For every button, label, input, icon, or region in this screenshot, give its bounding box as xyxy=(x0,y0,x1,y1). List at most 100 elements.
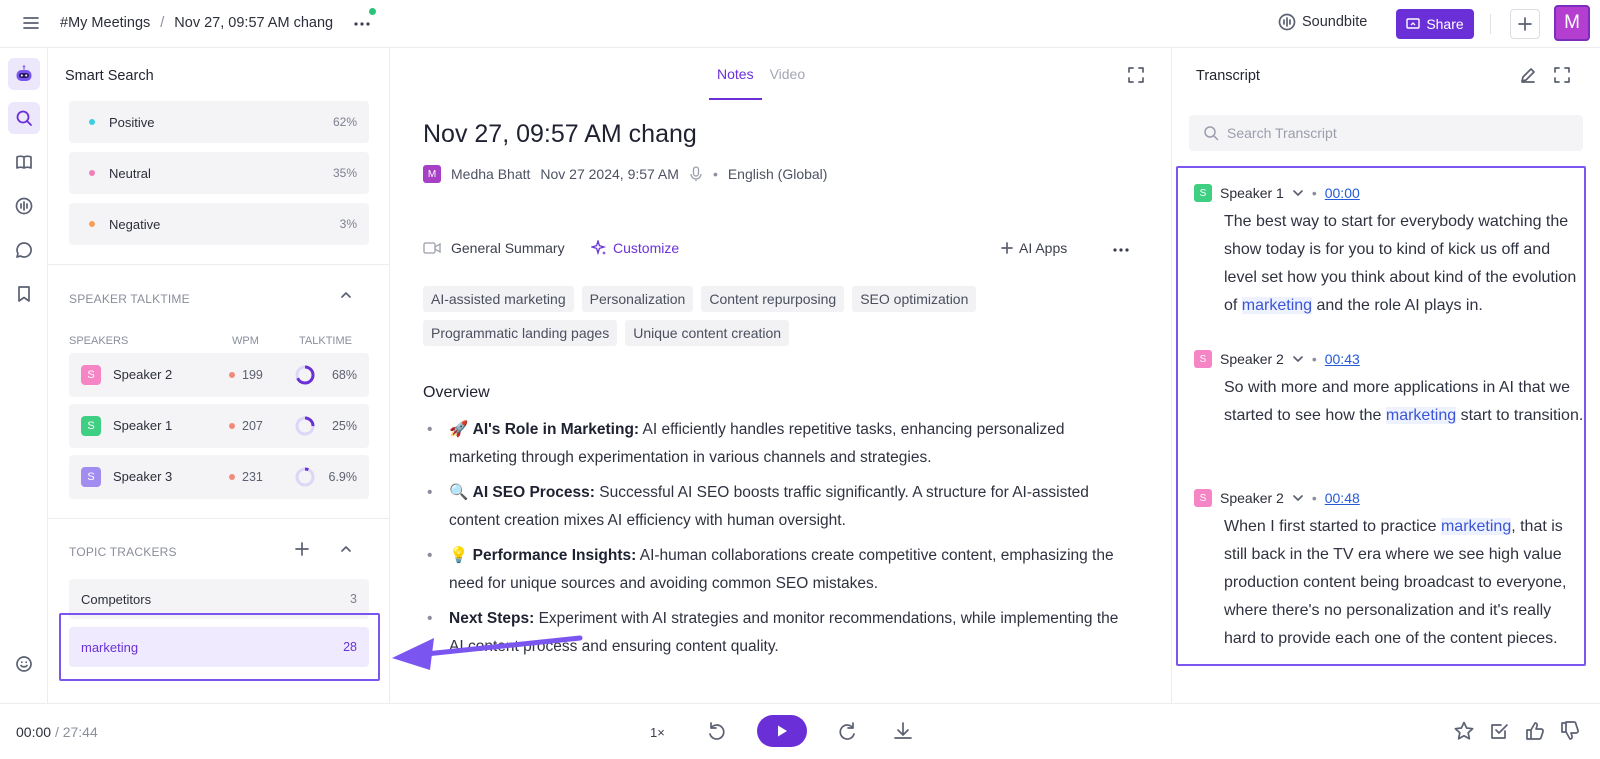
utterance-text: So with more and more applications in AI… xyxy=(1224,374,1584,430)
keyword-chip[interactable]: Programmatic landing pages xyxy=(423,320,618,346)
download-icon[interactable] xyxy=(892,720,914,742)
meeting-title: Nov 27, 09:57 AM chang xyxy=(423,120,697,148)
thumbs-up-icon[interactable] xyxy=(1524,720,1546,742)
tab-video[interactable]: Video xyxy=(762,48,814,100)
keyword-chip[interactable]: AI-assisted marketing xyxy=(423,286,574,312)
chat-icon[interactable] xyxy=(8,234,40,266)
meeting-meta: M Medha Bhatt Nov 27 2024, 9:57 AM • Eng… xyxy=(423,165,827,183)
speaker-name: Speaker 3 xyxy=(113,469,173,484)
sentiment-label: Neutral xyxy=(109,166,151,181)
summary-more-icon[interactable] xyxy=(1111,242,1131,258)
soundbite-button[interactable]: Soundbite xyxy=(1278,13,1367,31)
timestamp-link[interactable]: 00:48 xyxy=(1325,490,1360,506)
expand-icon[interactable] xyxy=(1553,66,1571,84)
overview-heading: Overview xyxy=(423,384,490,401)
speaker-row[interactable]: S Speaker 3 231 6.9% xyxy=(69,455,369,499)
sentiment-positive[interactable]: Positive 62% xyxy=(69,101,369,143)
smiley-icon[interactable] xyxy=(8,648,40,680)
add-tracker-icon[interactable] xyxy=(295,542,309,556)
timestamp-link[interactable]: 00:43 xyxy=(1325,351,1360,367)
chevron-down-icon[interactable] xyxy=(1292,353,1304,365)
tab-notes[interactable]: Notes xyxy=(709,48,762,100)
playback-speed-button[interactable]: 1× xyxy=(650,725,665,740)
transcript-title: Transcript xyxy=(1196,68,1260,84)
speaker-row[interactable]: S Speaker 1 207 25% xyxy=(69,404,369,448)
speaker-name[interactable]: Speaker 2 xyxy=(1220,490,1284,506)
user-avatar[interactable]: M xyxy=(1554,5,1590,41)
keyword-highlight[interactable]: marketing xyxy=(1241,297,1313,314)
tab-bar: Notes Video xyxy=(709,48,813,100)
wpm-dot xyxy=(229,474,235,480)
keyword-chip[interactable]: Content repurposing xyxy=(701,286,845,312)
edit-icon[interactable] xyxy=(1519,66,1537,84)
emoji: 💡 xyxy=(449,547,469,564)
speaker-talktime: 6.9% xyxy=(328,470,358,484)
annotation-arrow xyxy=(392,635,583,670)
add-button[interactable] xyxy=(1510,9,1540,39)
playback-time: 00:00 / 27:44 xyxy=(16,724,98,740)
share-icon xyxy=(1406,18,1421,29)
menu-icon[interactable] xyxy=(22,14,40,32)
sentiment-negative[interactable]: Negative 3% xyxy=(69,203,369,245)
collapse-trackers-icon[interactable] xyxy=(340,543,352,555)
utterance: S Speaker 1 • 00:00 The best way to star… xyxy=(1194,184,1584,320)
plus-icon xyxy=(1518,17,1532,31)
keyword-highlight[interactable]: marketing xyxy=(1440,518,1512,535)
forward-icon[interactable] xyxy=(836,720,858,742)
talktime-header: SPEAKER TALKTIME xyxy=(69,292,190,306)
task-check-icon[interactable] xyxy=(1488,720,1510,742)
speaker-talktime: 68% xyxy=(331,368,357,382)
owner-name: Medha Bhatt xyxy=(451,166,531,182)
collapse-talktime-icon[interactable] xyxy=(340,289,352,301)
tracker-count: 3 xyxy=(350,592,357,606)
video-icon xyxy=(423,242,441,254)
speaker-avatar: S xyxy=(1194,184,1212,202)
time-separator: / xyxy=(54,724,59,740)
overview-item: 🚀 AI's Role in Marketing: AI efficiently… xyxy=(423,416,1133,472)
keyword-highlight[interactable]: marketing xyxy=(1385,407,1457,424)
expand-icon[interactable] xyxy=(1127,66,1145,84)
breadcrumb-folder[interactable]: #My Meetings xyxy=(60,15,150,31)
search-icon[interactable] xyxy=(8,102,40,134)
keyword-chips: AI-assisted marketing Personalization Co… xyxy=(423,286,1023,346)
customize-button[interactable]: Customize xyxy=(591,240,679,256)
speaker-row[interactable]: S Speaker 2 199 68% xyxy=(69,353,369,397)
summary-template-button[interactable]: General Summary xyxy=(423,240,565,256)
meeting-language[interactable]: English (Global) xyxy=(728,166,828,182)
speaker-wpm: 199 xyxy=(242,368,263,382)
bookmark-icon[interactable] xyxy=(8,278,40,310)
play-button[interactable] xyxy=(757,715,807,747)
thumbs-down-icon[interactable] xyxy=(1559,720,1581,742)
transcript-search-input[interactable]: Search Transcript xyxy=(1189,115,1583,151)
breadcrumb-separator: / xyxy=(160,15,165,31)
sparkle-icon xyxy=(591,240,607,256)
keyword-chip[interactable]: Unique content creation xyxy=(625,320,790,346)
rewind-icon[interactable] xyxy=(706,720,728,742)
text-segment: When I first started to practice xyxy=(1224,518,1441,535)
keyword-chip[interactable]: Personalization xyxy=(581,286,694,312)
breadcrumb-meeting[interactable]: Nov 27, 09:57 AM chang xyxy=(174,15,333,31)
star-icon[interactable] xyxy=(1453,720,1475,742)
ai-apps-button[interactable]: AI Apps xyxy=(1001,240,1067,256)
separator-dot: • xyxy=(1311,351,1317,367)
item-heading: AI SEO Process: xyxy=(472,484,595,501)
speaker-name[interactable]: Speaker 1 xyxy=(1220,185,1284,201)
positive-dot xyxy=(89,119,95,125)
search-icon xyxy=(1204,126,1219,141)
speaker-avatar: S xyxy=(1194,489,1212,507)
speaker-name[interactable]: Speaker 2 xyxy=(1220,351,1284,367)
soundwave-icon[interactable] xyxy=(8,190,40,222)
chevron-down-icon[interactable] xyxy=(1292,492,1304,504)
sentiment-neutral[interactable]: Neutral 35% xyxy=(69,152,369,194)
chevron-down-icon[interactable] xyxy=(1292,187,1304,199)
keyword-chip[interactable]: SEO optimization xyxy=(852,286,977,312)
timestamp-link[interactable]: 00:00 xyxy=(1325,185,1360,201)
topic-trackers-header: TOPIC TRACKERS xyxy=(69,545,177,559)
more-options-icon[interactable] xyxy=(352,14,372,34)
item-heading: AI's Role in Marketing: xyxy=(472,421,640,438)
book-icon[interactable] xyxy=(8,146,40,178)
share-button[interactable]: Share xyxy=(1396,9,1474,39)
summary-label: General Summary xyxy=(451,240,565,256)
utterance: S Speaker 2 • 00:43 So with more and mor… xyxy=(1194,350,1584,430)
ai-bot-icon[interactable] xyxy=(8,58,40,90)
